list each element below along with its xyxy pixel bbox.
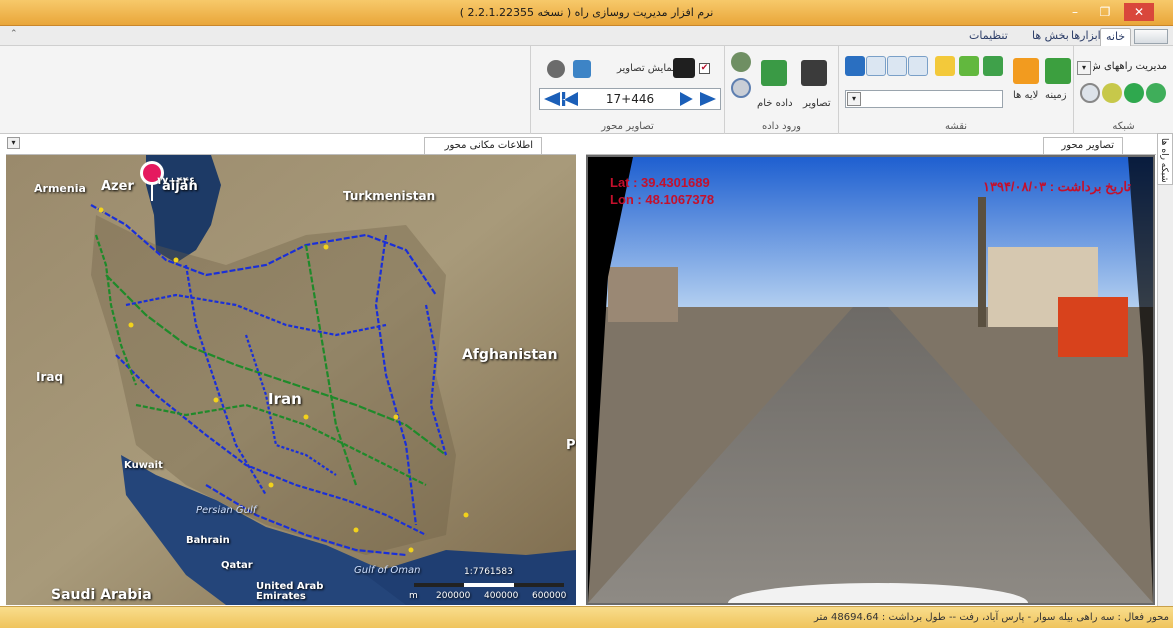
truck	[1058, 297, 1128, 357]
scale-bar	[414, 583, 564, 587]
scale-ratio: 1:7761583	[464, 567, 513, 577]
map-label-gulf-oman: Gulf of Oman	[354, 565, 421, 576]
maximize-button[interactable]: ❐	[1094, 3, 1116, 21]
map-label-turkmenistan: Turkmenistan	[343, 189, 436, 203]
road-photo	[588, 157, 1153, 603]
map-label-p: P	[566, 438, 576, 453]
capture-date: تاریخ برداشت : ۱۳۹۴/۰۸/۰۳	[983, 179, 1131, 194]
map-label-saudi: Saudi Arabia	[51, 587, 152, 603]
map-label-armenia: Armenia	[34, 182, 86, 195]
status-text: محور فعال : سه راهی بیله سوار - پارس آبا…	[813, 612, 1169, 623]
scale-tick-2: 400000	[484, 591, 519, 601]
zoom-icon[interactable]	[866, 56, 886, 76]
scale-tick-1: 200000	[436, 591, 471, 601]
map-view[interactable]: ۱۷+۴۴۶ Armenia Azer aijan Turkmenistan A…	[6, 155, 576, 605]
map-label-uae: United Arab Emirates	[256, 581, 324, 602]
camera-car-icon[interactable]	[673, 58, 695, 78]
images-label: تصاویر	[803, 98, 831, 109]
prev-station-icon[interactable]	[544, 92, 560, 106]
layers-label: لایه ها	[1013, 90, 1039, 101]
map-label-azer: Azer	[101, 179, 134, 194]
tree	[978, 197, 986, 327]
remove-data-icon[interactable]	[731, 78, 751, 98]
ribbon-tab-bar: ⌃ تنظیمات بخش ها ابزارها خانه	[0, 26, 1173, 46]
map-label-azerbaijan-end: aijan	[162, 179, 198, 194]
ribbon-group-data-entry: داده خام تصاویر ورود داده	[724, 46, 838, 134]
tab-road-network[interactable]: شبکه راه ها	[1157, 133, 1173, 185]
network-combo[interactable]: مدیریت راههای ش	[1093, 59, 1171, 77]
raw-data-icon[interactable]	[761, 60, 787, 86]
station-value[interactable]: 17+446	[600, 92, 660, 106]
quick-access-box[interactable]	[1134, 29, 1168, 44]
lat-readout: Lat : 39.4301689	[610, 175, 710, 190]
next-station-icon[interactable]	[700, 92, 716, 106]
group-label-axis-images: تصاویر محور	[601, 121, 654, 132]
first-station-icon[interactable]	[562, 92, 578, 106]
map-search-combo[interactable]	[845, 90, 1003, 108]
add-icon[interactable]	[1124, 83, 1144, 103]
app-window: نرم افزار مدیریت روسازی راه ( نسخه 2.2.1…	[0, 0, 1173, 628]
minimize-icon: –	[1072, 5, 1078, 19]
close-icon: ✕	[1133, 5, 1145, 19]
refresh-icon[interactable]	[845, 56, 865, 76]
ribbon-group-map: لایه ها زمینه ▾ نقشه	[838, 46, 1073, 134]
window-title: نرم افزار مدیریت روسازی راه ( نسخه 2.2.1…	[459, 6, 714, 19]
tab-spatial-info[interactable]: اطلاعات مکانی محور	[424, 137, 542, 155]
tab-settings[interactable]: تنظیمات	[964, 28, 1013, 46]
window-controls: – ❐ ✕	[1064, 3, 1154, 21]
pan-icon[interactable]	[935, 56, 955, 76]
last-station-icon[interactable]	[680, 92, 693, 106]
network-combo-dropdown[interactable]: ▾	[1077, 61, 1091, 75]
scale-tick-3: 600000	[532, 591, 567, 601]
group-label-data-entry: ورود داده	[761, 121, 802, 132]
camera-icon[interactable]	[801, 60, 827, 86]
folder-icon[interactable]	[573, 60, 591, 78]
edit-icon[interactable]	[1102, 83, 1122, 103]
ribbon: ▾ مدیریت راههای ش شبکه لایه ها زمینه ▾ ن…	[0, 46, 1173, 134]
map-label-kuwait: Kuwait	[124, 460, 163, 471]
road-photo-view[interactable]: Lat : 39.4301689 Lon : 48.1067378 تاریخ …	[586, 155, 1155, 605]
add-data-icon[interactable]	[731, 52, 751, 72]
zoom-out-icon[interactable]	[887, 56, 907, 76]
info-icon[interactable]	[959, 56, 979, 76]
lon-readout: Lon : 48.1067378	[610, 192, 715, 207]
collapse-ribbon-icon[interactable]: ⌃	[10, 29, 18, 39]
map-label-afghanistan: Afghanistan	[462, 347, 558, 363]
maximize-icon: ❐	[1099, 5, 1111, 19]
right-sidebar	[1157, 134, 1173, 606]
film-icon[interactable]	[547, 60, 565, 78]
basemap-icon[interactable]	[1045, 58, 1071, 84]
title-bar: نرم افزار مدیریت روسازی راه ( نسخه 2.2.1…	[0, 0, 1173, 26]
ribbon-group-network: ▾ مدیریت راههای ش شبکه	[1073, 46, 1173, 134]
zoom-in-icon[interactable]	[908, 56, 928, 76]
panel-dropdown-icon[interactable]: ▾	[7, 137, 20, 149]
raw-data-label: داده خام	[757, 98, 793, 109]
map-search-dropdown[interactable]: ▾	[847, 92, 861, 106]
building-left	[608, 267, 678, 322]
road-network-tab-label: شبکه راه ها	[1159, 138, 1169, 183]
station-navigator: 17+446	[539, 88, 721, 110]
layers-icon[interactable]	[1013, 58, 1039, 84]
tab-home[interactable]: خانه	[1100, 28, 1132, 46]
minimize-button[interactable]: –	[1064, 3, 1086, 21]
tab-axis-images[interactable]: تصاویر محور	[1043, 137, 1123, 155]
target-icon[interactable]	[1080, 83, 1100, 103]
map-label-persian-gulf: Persian Gulf	[196, 505, 257, 516]
search-network-icon[interactable]	[1146, 83, 1166, 103]
scale-unit: m	[409, 591, 418, 601]
map-label-qatar: Qatar	[221, 560, 253, 571]
map-canvas	[6, 155, 576, 605]
close-button[interactable]: ✕	[1124, 3, 1154, 21]
map-label-bahrain: Bahrain	[186, 535, 230, 546]
show-images-checkbox[interactable]: ✔	[699, 63, 710, 74]
pin-icon[interactable]	[983, 56, 1003, 76]
group-label-network: شبکه	[1112, 121, 1135, 132]
group-label-map: نقشه	[944, 121, 968, 132]
map-label-iraq: Iraq	[36, 370, 64, 384]
show-images-label: نمایش تصاویر	[617, 63, 675, 74]
basemap-label: زمینه	[1045, 90, 1067, 101]
status-bar: محور فعال : سه راهی بیله سوار - پارس آبا…	[0, 606, 1173, 628]
map-label-iran: Iran	[268, 390, 302, 408]
